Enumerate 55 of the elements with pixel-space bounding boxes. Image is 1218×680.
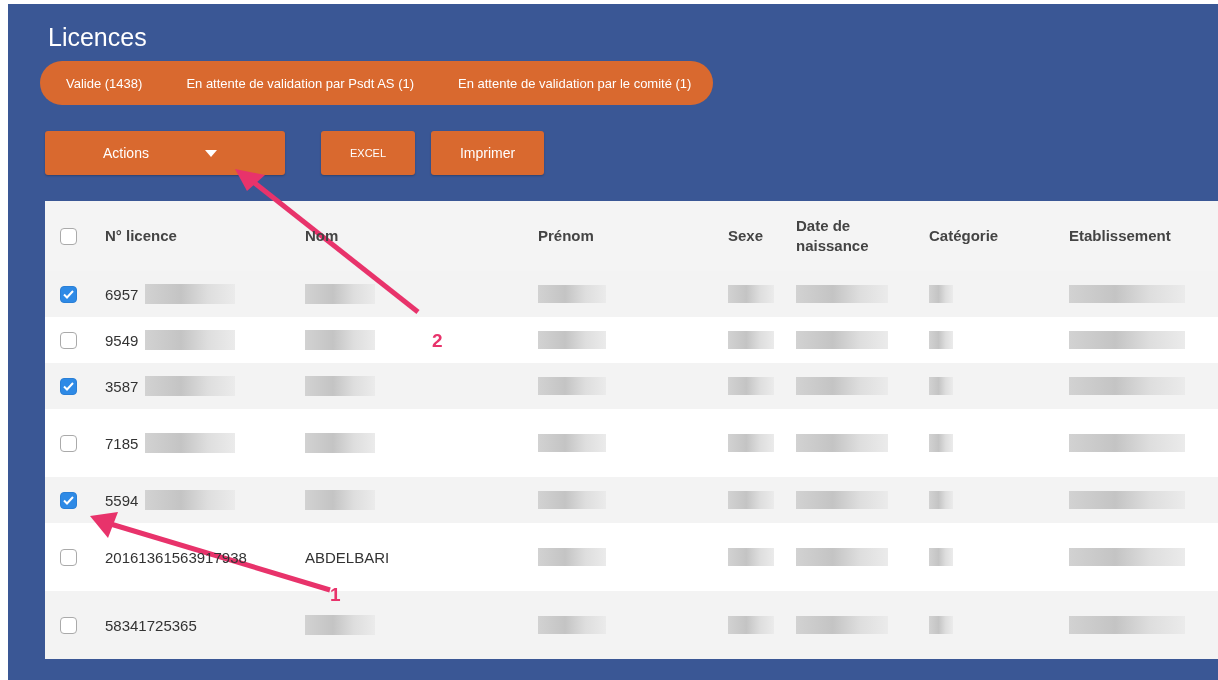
checkbox[interactable]	[60, 331, 77, 349]
blurred-text	[728, 616, 774, 634]
blurred-text	[929, 491, 953, 509]
last-name: ABDELBARI	[305, 548, 390, 566]
blurred-text	[305, 490, 375, 510]
blurred-text	[728, 491, 774, 509]
column-header[interactable]: Catégorie	[929, 227, 999, 244]
checkbox[interactable]	[60, 491, 77, 509]
checkmark-icon	[63, 289, 74, 299]
blurred-text	[305, 615, 375, 635]
checkbox[interactable]	[60, 548, 77, 566]
column-header[interactable]: Etablissement	[1069, 227, 1171, 244]
checkmark-icon	[63, 381, 74, 391]
checkbox[interactable]	[60, 227, 77, 245]
blurred-text	[929, 331, 953, 349]
checkbox[interactable]	[60, 377, 77, 395]
licence-number: 7185	[105, 434, 140, 452]
blurred-text	[538, 548, 606, 566]
checkbox[interactable]	[60, 434, 77, 452]
blurred-text	[538, 331, 606, 349]
checkbox[interactable]	[60, 616, 77, 634]
checkbox[interactable]	[60, 285, 77, 303]
blurred-text	[538, 616, 606, 634]
blurred-text	[538, 377, 606, 395]
blurred-text	[538, 285, 606, 303]
blurred-text	[305, 376, 375, 396]
column-header[interactable]: Sexe	[728, 227, 764, 244]
blurred-text	[728, 548, 774, 566]
blurred-text	[929, 548, 953, 566]
annotation-number: 1	[330, 584, 341, 606]
checkmark-icon	[63, 495, 74, 505]
blurred-text	[929, 377, 953, 395]
licence-number: 6957	[105, 285, 140, 303]
blurred-text	[728, 434, 774, 452]
blurred-text	[929, 616, 953, 634]
licence-number: 58341725365	[105, 616, 197, 634]
blurred-text	[538, 491, 606, 509]
blurred-text	[538, 434, 606, 452]
caret-icon	[204, 149, 217, 157]
licence-number: 5594	[105, 491, 140, 509]
blurred-text	[728, 377, 774, 395]
blurred-text	[929, 285, 953, 303]
blurred-text	[929, 434, 953, 452]
licence-number: 3587	[105, 377, 140, 395]
annotation-number: 2	[432, 330, 443, 352]
column-header[interactable]: Date de naissance	[796, 216, 886, 256]
blurred-text	[728, 331, 774, 349]
blurred-text	[305, 433, 375, 453]
page-title: Licences	[48, 22, 148, 52]
blurred-text	[305, 330, 375, 350]
blurred-text	[728, 285, 774, 303]
column-header[interactable]: Prénom	[538, 227, 594, 244]
blurred-text	[305, 284, 375, 304]
column-header[interactable]: N° licence	[105, 227, 177, 244]
licence-number: 9549	[105, 331, 140, 349]
